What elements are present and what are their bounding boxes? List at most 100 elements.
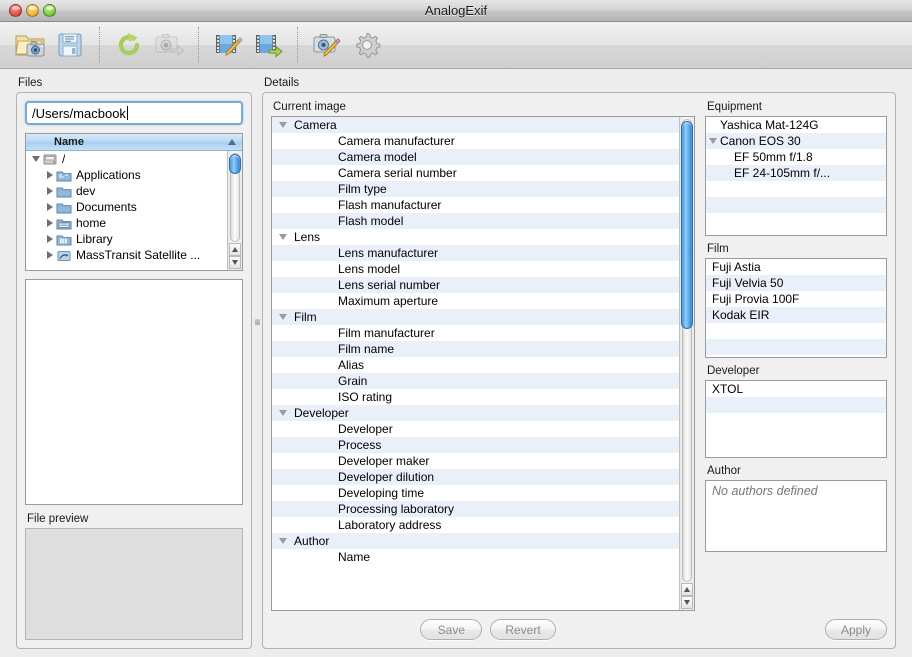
disclosure-closed-icon[interactable] [44, 171, 56, 179]
disclosure-closed-icon[interactable] [44, 203, 56, 211]
disclosure-closed-icon[interactable] [44, 235, 56, 243]
developer-item[interactable]: XTOL [706, 381, 886, 397]
save-button[interactable]: Save [420, 619, 482, 640]
scrollbar-thumb[interactable] [681, 121, 693, 329]
file-tree-row[interactable]: home [26, 215, 227, 231]
file-tree-row[interactable]: dev [26, 183, 227, 199]
disclosure-open-icon[interactable] [272, 410, 294, 416]
equipment-item[interactable]: Yashica Mat-124G [706, 117, 886, 133]
scroll-down-button[interactable] [681, 596, 693, 609]
property-row[interactable]: Lens serial number [272, 277, 679, 293]
property-group-row[interactable]: Film [272, 309, 679, 325]
property-row[interactable]: Film name [272, 341, 679, 357]
property-row[interactable]: Camera serial number [272, 165, 679, 181]
apply-film-button[interactable] [248, 25, 288, 65]
scroll-up-button[interactable] [681, 583, 693, 596]
property-scrollbar[interactable] [679, 117, 694, 610]
open-file-button[interactable] [10, 25, 50, 65]
file-list[interactable] [25, 279, 243, 505]
film-item[interactable]: Fuji Velvia 50 [706, 275, 886, 291]
property-row[interactable]: Camera manufacturer [272, 133, 679, 149]
apply-button[interactable]: Apply [825, 619, 887, 640]
zoom-window-button[interactable] [43, 4, 56, 17]
property-group-row[interactable]: Lens [272, 229, 679, 245]
disclosure-open-icon[interactable] [272, 314, 294, 320]
scrollbar-thumb[interactable] [229, 154, 241, 174]
file-tree-row[interactable]: MassTransit Satellite ... [26, 247, 227, 263]
apply-group: Apply [705, 619, 887, 640]
file-tree-row[interactable]: Applications [26, 167, 227, 183]
property-label: Grain [294, 374, 367, 388]
disclosure-closed-icon[interactable] [44, 219, 56, 227]
property-row[interactable]: Process [272, 437, 679, 453]
scroll-down-button[interactable] [229, 256, 241, 269]
disclosure-open-icon[interactable] [272, 122, 294, 128]
property-group-row[interactable]: Developer [272, 405, 679, 421]
disclosure-open-icon[interactable] [30, 156, 42, 162]
revert-button[interactable]: Revert [490, 619, 555, 640]
film-item[interactable]: Kodak EIR [706, 307, 886, 323]
equipment-item[interactable]: Canon EOS 30 [706, 133, 886, 149]
property-row[interactable]: Laboratory address [272, 517, 679, 533]
file-tree-header[interactable]: Name [26, 134, 242, 151]
disclosure-open-icon[interactable] [706, 138, 720, 144]
disclosure-closed-icon[interactable] [44, 187, 56, 195]
equipment-item[interactable]: EF 24-105mm f/... [706, 165, 886, 181]
minimize-window-button[interactable] [26, 4, 39, 17]
file-tree-row[interactable]: Library [26, 231, 227, 247]
film-item[interactable]: Fuji Provia 100F [706, 291, 886, 307]
property-row[interactable]: Alias [272, 357, 679, 373]
property-row[interactable]: Developing time [272, 485, 679, 501]
property-row[interactable]: Lens manufacturer [272, 245, 679, 261]
film-item[interactable]: Fuji Astia [706, 259, 886, 275]
property-row[interactable]: Maximum aperture [272, 293, 679, 309]
property-label: ISO rating [294, 390, 392, 404]
property-row[interactable]: Developer maker [272, 453, 679, 469]
export-image-icon [154, 32, 184, 58]
property-row[interactable]: Processing laboratory [272, 501, 679, 517]
equipment-item[interactable]: EF 50mm f/1.8 [706, 149, 886, 165]
file-tree-label: / [62, 152, 65, 166]
file-tree-scrollbar[interactable] [227, 151, 242, 270]
property-label: Developer dilution [294, 470, 434, 484]
path-input[interactable]: /Users/macbook [25, 101, 243, 125]
scroll-up-button[interactable] [229, 243, 241, 256]
property-group-row[interactable]: Author [272, 533, 679, 549]
save-file-button[interactable] [50, 25, 90, 65]
property-row[interactable]: Lens model [272, 261, 679, 277]
film-item-label: Fuji Astia [706, 260, 761, 274]
property-row[interactable]: Developer [272, 421, 679, 437]
property-group-row[interactable]: Camera [272, 117, 679, 133]
edit-film-button[interactable] [208, 25, 248, 65]
file-tree-row[interactable]: / [26, 151, 227, 167]
property-row[interactable]: Developer dilution [272, 469, 679, 485]
toolbar-separator [99, 27, 100, 63]
disclosure-closed-icon[interactable] [44, 251, 56, 259]
property-label: Maximum aperture [294, 294, 438, 308]
property-label: Processing laboratory [294, 502, 454, 516]
disclosure-open-icon[interactable] [272, 538, 294, 544]
export-image-button[interactable] [149, 25, 189, 65]
property-row[interactable]: Flash manufacturer [272, 197, 679, 213]
file-tree-rows: / Applications [26, 151, 227, 270]
splitter-handle[interactable] [255, 319, 260, 325]
property-row[interactable]: ISO rating [272, 389, 679, 405]
sort-ascending-icon[interactable] [228, 139, 236, 145]
property-row[interactable]: Camera model [272, 149, 679, 165]
preferences-button[interactable] [347, 25, 387, 65]
property-row[interactable]: Flash model [272, 213, 679, 229]
property-row[interactable]: Grain [272, 373, 679, 389]
property-row[interactable]: Film type [272, 181, 679, 197]
property-row[interactable]: Film manufacturer [272, 325, 679, 341]
refresh-button[interactable] [109, 25, 149, 65]
folder-icon [56, 185, 72, 198]
edit-gear-button[interactable] [307, 25, 347, 65]
close-window-button[interactable] [9, 4, 22, 17]
property-label: Developer [294, 422, 393, 436]
file-tree-row[interactable]: Documents [26, 199, 227, 215]
scrollbar-buttons [681, 583, 693, 609]
pane-splitter[interactable] [252, 69, 262, 657]
property-row[interactable]: Name [272, 549, 679, 565]
disclosure-open-icon[interactable] [272, 234, 294, 240]
property-label: Camera model [294, 150, 417, 164]
